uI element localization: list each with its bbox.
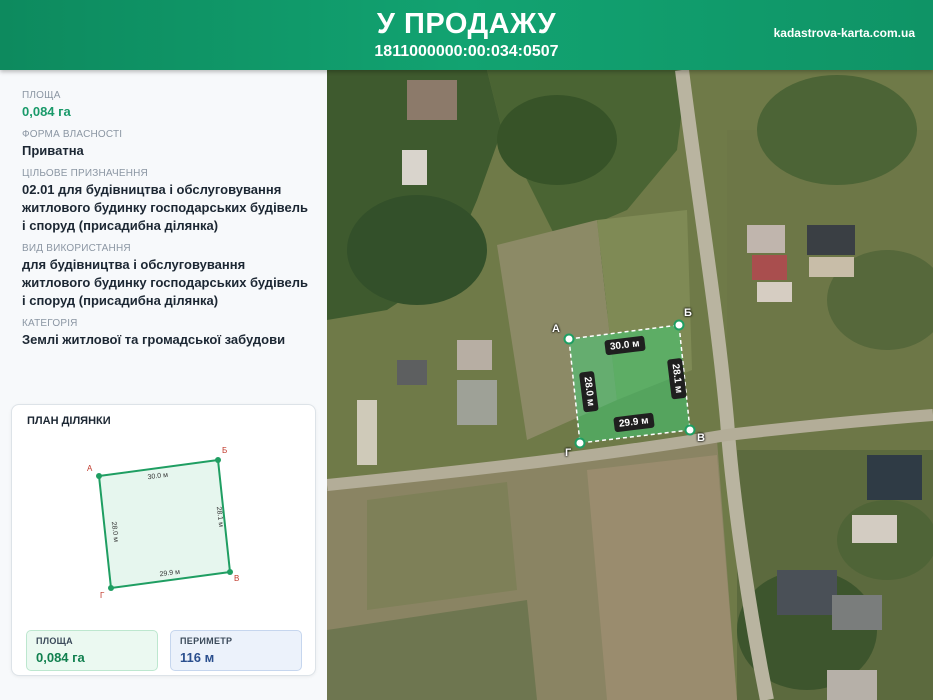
field-usage: ВИД ВИКОРИСТАННЯ для будівництва і обслу… (22, 243, 314, 310)
area-stat-value: 0,084 га (36, 650, 85, 665)
plan-corner-dot-b (215, 457, 221, 463)
perimeter-stat-value: 116 м (180, 650, 215, 665)
field-label: ФОРМА ВЛАСНОСТІ (22, 129, 123, 140)
field-ownership: ФОРМА ВЛАСНОСТІ Приватна (22, 129, 314, 160)
field-label: ПЛОЩА (22, 90, 61, 101)
field-value: 0,084 га (22, 104, 71, 119)
site-link[interactable]: kadastrova-karta.com.ua (774, 26, 915, 40)
map-corner-g: Г (565, 447, 572, 459)
map-corner-v: В (697, 432, 705, 444)
plan-corner-v: В (234, 574, 239, 583)
cadastral-number: 1811000000:00:034:0507 (374, 43, 559, 60)
plan-corner-a: А (87, 464, 93, 473)
plan-drawing: А Б В Г 30.0 м 28.1 м 29.9 м 28.0 м (87, 446, 239, 600)
field-value: для будівництва і обслуговування житлово… (22, 257, 308, 308)
map-corner-dot-g[interactable] (574, 437, 586, 449)
plan-corner-dot-a (96, 473, 102, 479)
area-stat-label: ПЛОЩА (36, 636, 73, 646)
plan-corner-dot-v (227, 569, 233, 575)
plan-corner-g: Г (100, 591, 105, 600)
plan-corner-dot-g (108, 585, 114, 591)
field-label: КАТЕГОРІЯ (22, 318, 78, 329)
field-value: Землі житлової та громадської забудови (22, 332, 286, 347)
header-banner: У ПРОДАЖУ 1811000000:00:034:0507 kadastr… (0, 0, 933, 70)
plan-corner-b: Б (222, 446, 227, 455)
map-corner-dot-b[interactable] (673, 319, 685, 331)
field-category: КАТЕГОРІЯ Землі житлової та громадської … (22, 318, 314, 349)
map-corner-dot-v[interactable] (684, 424, 696, 436)
perimeter-stat-label: ПЕРИМЕТР (180, 636, 233, 646)
map-corner-b: Б (684, 307, 692, 319)
satellite-imagery (327, 70, 933, 700)
field-purpose: ЦІЛЬОВЕ ПРИЗНАЧЕННЯ 02.01 для будівництв… (22, 168, 314, 235)
area-stat: ПЛОЩА 0,084 га (26, 630, 158, 671)
field-area: ПЛОЩА 0,084 га (22, 90, 314, 121)
map-corner-a: А (552, 323, 560, 335)
field-value: Приватна (22, 143, 84, 158)
field-value: 02.01 для будівництва і обслуговування ж… (22, 182, 308, 233)
field-label: ЦІЛЬОВЕ ПРИЗНАЧЕННЯ (22, 168, 148, 179)
plan-card: ПЛАН ДІЛЯНКИ А Б В Г 30.0 м 28.1 м 29.9 … (11, 404, 316, 676)
satellite-map[interactable]: А Б В Г 30.0 м 29.9 м 28.0 м 28.1 м (327, 70, 933, 700)
info-panel: ПЛОЩА 0,084 га ФОРМА ВЛАСНОСТІ Приватна … (0, 70, 328, 700)
parcel-fields: ПЛОЩА 0,084 га ФОРМА ВЛАСНОСТІ Приватна … (22, 90, 314, 357)
field-label: ВИД ВИКОРИСТАННЯ (22, 243, 131, 254)
perimeter-stat: ПЕРИМЕТР 116 м (170, 630, 302, 671)
map-corner-dot-a[interactable] (563, 333, 575, 345)
